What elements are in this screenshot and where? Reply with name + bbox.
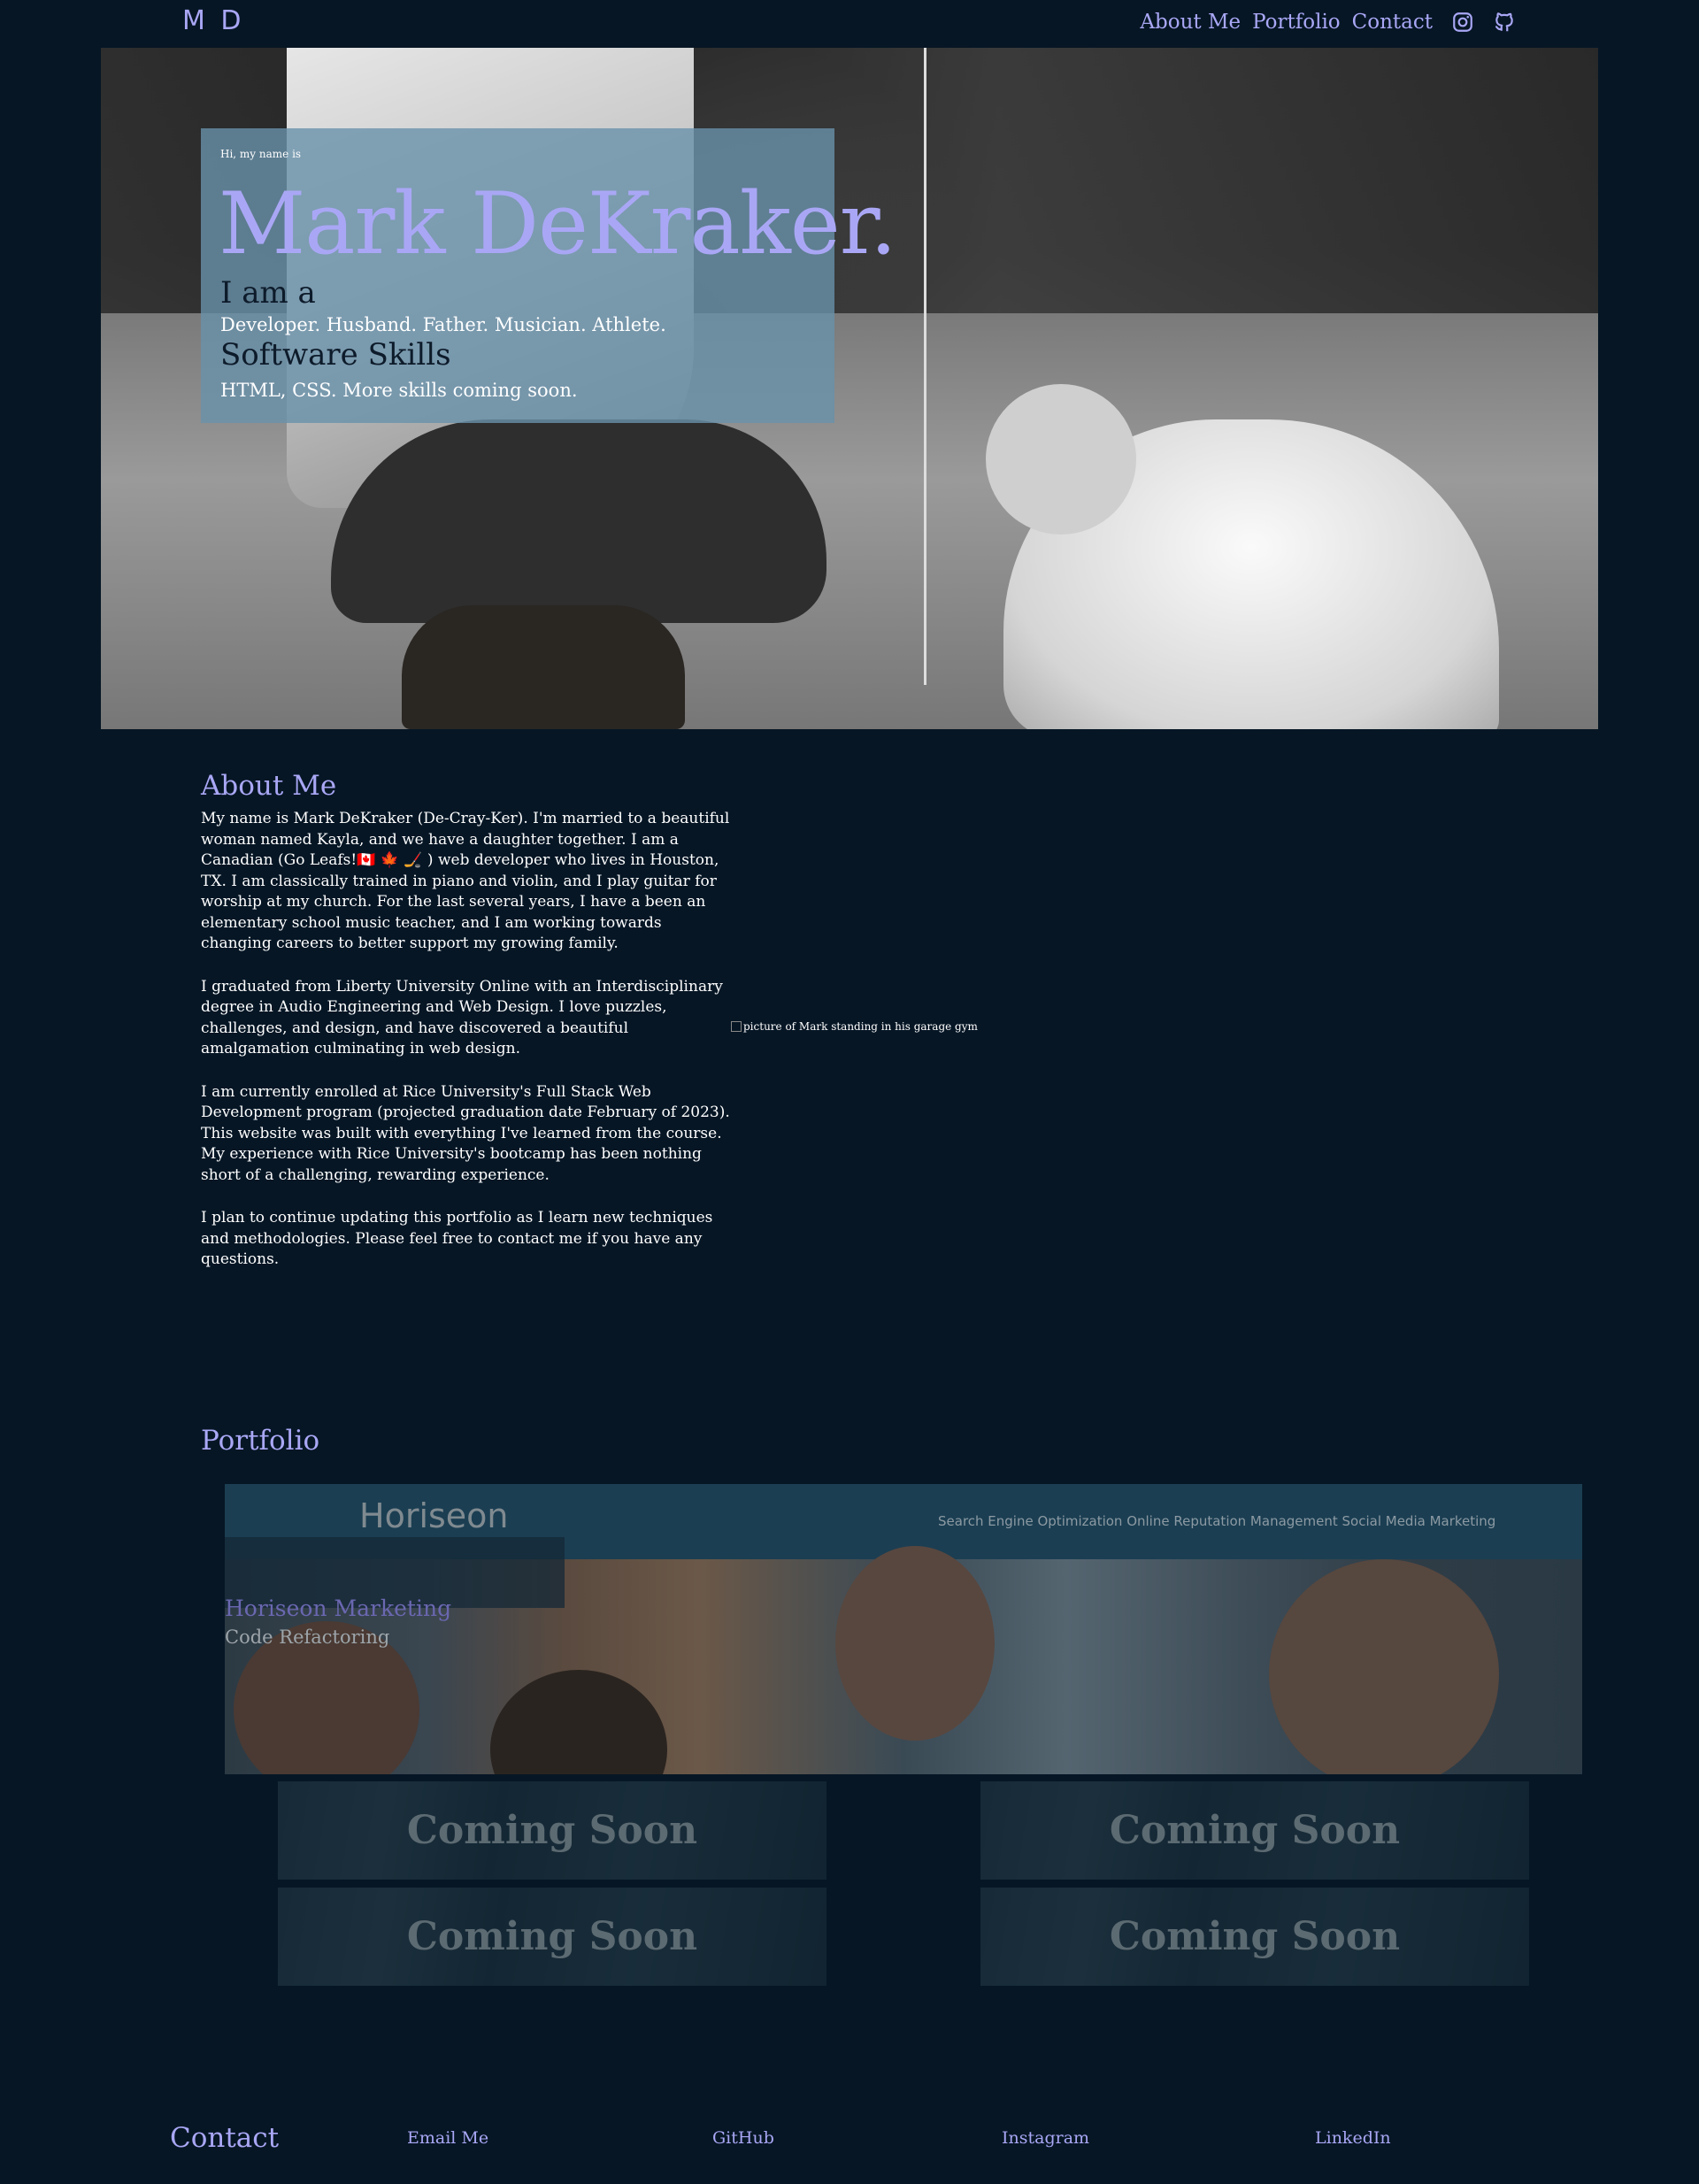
github-icon[interactable] <box>1493 11 1516 34</box>
contact-instagram-link[interactable]: Instagram <box>1002 2128 1089 2148</box>
coming-soon-card[interactable]: Coming Soon <box>980 1781 1529 1880</box>
intro-greeting: Hi, my name is <box>220 148 302 160</box>
intro-skills-heading: Software Skills <box>220 337 451 373</box>
intro-roles: Developer. Husband. Father. Musician. At… <box>220 314 666 335</box>
intro-skills: HTML, CSS. More skills coming soon. <box>220 380 578 401</box>
main-nav: About Me Portfolio Contact <box>1140 11 1516 34</box>
nav-portfolio[interactable]: Portfolio <box>1252 11 1341 34</box>
coming-soon-text: Coming Soon <box>406 1808 698 1853</box>
about-paragraph: I am currently enrolled at Rice Universi… <box>201 1082 730 1184</box>
intro-card: Hi, my name is Mark DeKraker. I am a Dev… <box>201 128 897 423</box>
about-text: My name is Mark DeKraker (De-Cray-Ker). … <box>201 809 732 1293</box>
coming-soon-card[interactable]: Coming Soon <box>278 1888 826 1986</box>
horiseon-nav: Search Engine Optimization Online Reputa… <box>938 1513 1496 1529</box>
hero-photo-shoe <box>402 605 685 729</box>
hero-photo-father-legs <box>331 419 826 623</box>
photo-person <box>835 1546 995 1741</box>
about-paragraph: My name is Mark DeKraker (De-Cray-Ker). … <box>201 810 730 952</box>
balloon-string <box>924 48 926 685</box>
contact-linkedin-link[interactable]: LinkedIn <box>1315 2128 1391 2148</box>
feature-label-overlay: Horiseon Marketing Code Refactoring <box>225 1537 565 1648</box>
about-paragraph: I plan to continue updating this portfol… <box>201 1209 713 1268</box>
coming-soon-text: Coming Soon <box>1109 1914 1401 1959</box>
broken-image-icon <box>731 1021 742 1032</box>
intro-name: Mark DeKraker. <box>219 174 897 273</box>
feature-title[interactable]: Horiseon Marketing <box>225 1596 451 1621</box>
contact-email-link[interactable]: Email Me <box>407 2128 488 2148</box>
nav-contact[interactable]: Contact <box>1352 11 1433 34</box>
hero-photo-daughter-head <box>986 384 1136 534</box>
horiseon-logo: Horiseon <box>359 1496 509 1535</box>
about-image-alt: picture of Mark standing in his garage g… <box>743 1020 978 1033</box>
site-logo[interactable]: M D <box>182 5 245 36</box>
portfolio-feature-horiseon[interactable]: Horiseon Search Engine Optimization Onli… <box>225 1484 1582 1774</box>
contact-title: Contact <box>170 2122 280 2154</box>
portfolio-title: Portfolio <box>201 1425 320 1457</box>
contact-github-link[interactable]: GitHub <box>712 2128 774 2148</box>
coming-soon-text: Coming Soon <box>1109 1808 1401 1853</box>
about-broken-image: picture of Mark standing in his garage g… <box>731 1020 978 1033</box>
nav-about-me[interactable]: About Me <box>1140 11 1241 34</box>
instagram-icon[interactable] <box>1451 11 1474 34</box>
photo-person <box>1269 1559 1499 1774</box>
coming-soon-card[interactable]: Coming Soon <box>278 1781 826 1880</box>
about-paragraph: I graduated from Liberty University Onli… <box>201 977 723 1058</box>
feature-subtitle: Code Refactoring <box>225 1626 390 1648</box>
coming-soon-card[interactable]: Coming Soon <box>980 1888 1529 1986</box>
intro-i-am-heading: I am a <box>220 275 316 311</box>
about-title: About Me <box>201 770 337 802</box>
coming-soon-text: Coming Soon <box>406 1914 698 1959</box>
